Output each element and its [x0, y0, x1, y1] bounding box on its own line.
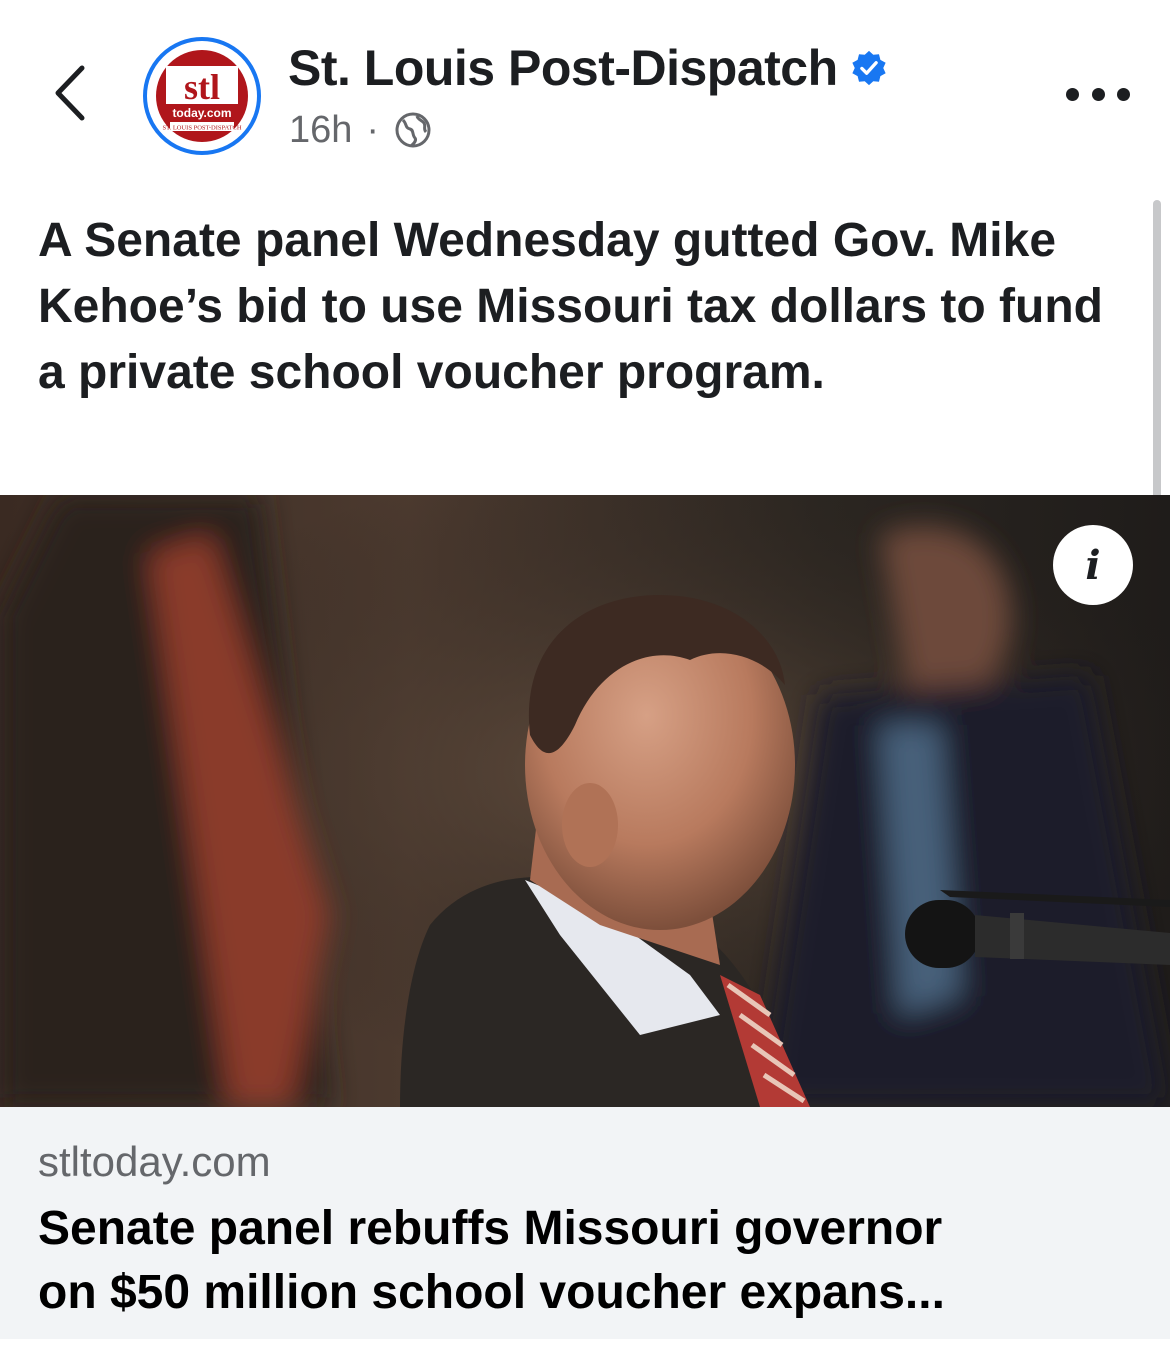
chevron-left-icon	[55, 65, 85, 121]
post-time[interactable]: 16h	[289, 106, 352, 154]
link-title[interactable]: Senate panel rebuffs Missouri governor o…	[38, 1197, 1138, 1325]
scrollbar[interactable]	[1153, 200, 1161, 500]
more-dot-icon	[1091, 88, 1105, 101]
post-text[interactable]: A Senate panel Wednesday gutted Gov. Mik…	[38, 208, 1128, 406]
more-options-button[interactable]	[1066, 88, 1130, 108]
photo-image	[0, 495, 1170, 1107]
post-header: stl today.com ST. LOUIS POST-DISPATCH St…	[0, 0, 1170, 175]
post-meta: 16h ·	[289, 106, 433, 154]
svg-text:ST. LOUIS POST-DISPATCH: ST. LOUIS POST-DISPATCH	[162, 125, 241, 132]
avatar[interactable]: stl today.com ST. LOUIS POST-DISPATCH	[143, 37, 261, 155]
more-dot-icon	[1066, 88, 1079, 101]
verified-badge-icon	[852, 50, 886, 86]
more-dot-icon	[1117, 88, 1130, 101]
page-name[interactable]: St. Louis Post-Dispatch	[288, 38, 888, 98]
link-preview-card[interactable]: stltoday.com Senate panel rebuffs Missou…	[0, 1107, 1170, 1339]
svg-text:stl: stl	[184, 67, 220, 107]
stltoday-logo: stl today.com ST. LOUIS POST-DISPATCH	[156, 50, 248, 142]
article-photo[interactable]	[0, 495, 1170, 1107]
meta-separator: ·	[366, 109, 380, 151]
back-button[interactable]	[40, 58, 100, 128]
globe-icon	[395, 112, 431, 148]
info-icon: i	[1085, 541, 1101, 589]
info-button[interactable]: i	[1053, 525, 1133, 605]
page-name-text[interactable]: St. Louis Post-Dispatch	[288, 38, 838, 98]
svg-text:today.com: today.com	[172, 106, 231, 120]
link-domain: stltoday.com	[38, 1138, 271, 1185]
